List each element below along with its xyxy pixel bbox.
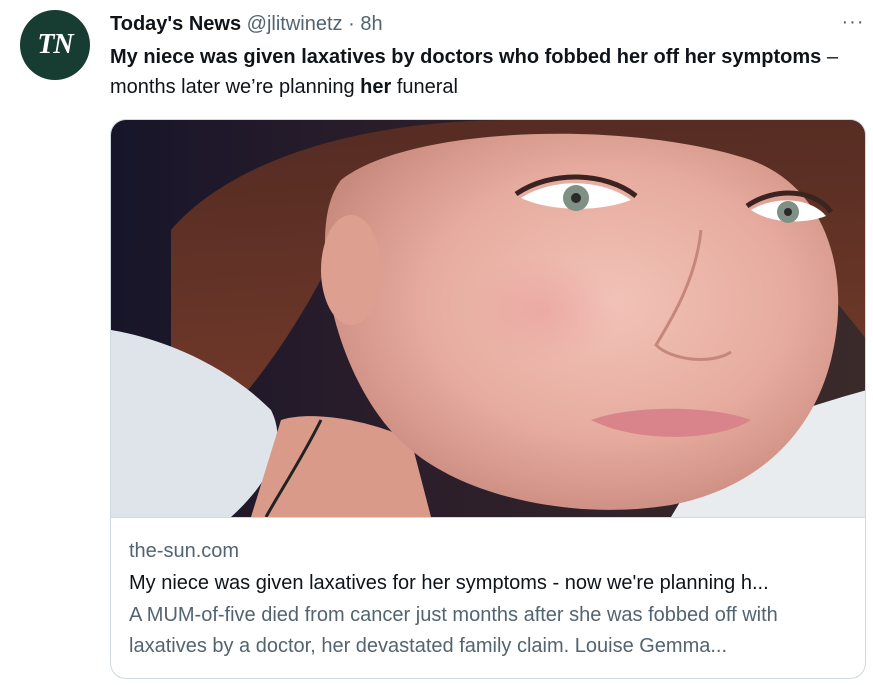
separator-dot: ·	[348, 13, 355, 35]
link-preview-card[interactable]: the-sun.com My niece was given laxatives…	[110, 119, 866, 679]
author-avatar[interactable]: TN	[20, 10, 90, 80]
more-options-label: ···	[841, 10, 865, 33]
tweet-text: My niece was given laxatives by doctors …	[110, 42, 850, 102]
tweet-text-plain-2: funeral	[391, 76, 458, 98]
tweet-header: Today's News @jlitwinetz · 8h	[110, 12, 383, 36]
tweet-text-bold-2: her	[360, 76, 392, 98]
avatar-logo-text: TN	[37, 29, 73, 60]
tweet-text-bold-1: My niece was given laxatives by doctors …	[110, 46, 822, 68]
card-description: A MUM-of-five died from cancer just mont…	[129, 604, 778, 657]
card-domain: the-sun.com	[129, 540, 240, 562]
card-body: the-sun.com My niece was given laxatives…	[129, 536, 859, 662]
card-title: My niece was given laxatives for her sym…	[129, 572, 769, 594]
tweet-timestamp[interactable]: 8h	[360, 13, 382, 35]
more-options-icon[interactable]: ···	[835, 8, 871, 36]
author-handle[interactable]: @jlitwinetz	[247, 13, 343, 35]
card-image[interactable]	[111, 120, 865, 518]
author-name[interactable]: Today's News	[110, 13, 241, 35]
